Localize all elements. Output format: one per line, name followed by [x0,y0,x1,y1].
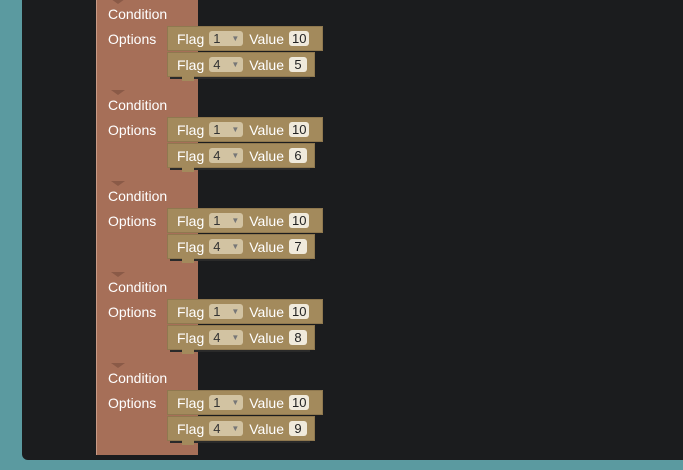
value-field[interactable]: 5 [289,57,308,72]
chevron-down-icon: ▼ [231,125,240,134]
block-notch [111,90,125,95]
flag-dropdown-value: 1 [213,213,221,228]
options-label: Options [108,213,157,229]
block-tab [182,167,194,172]
options-label: Options [108,122,157,138]
flag-dropdown[interactable]: 4 ▼ [209,421,244,436]
value-field[interactable]: 10 [289,304,310,319]
value-label: Value [249,147,285,164]
flag-dropdown[interactable]: 4 ▼ [209,330,244,345]
value-field[interactable]: 10 [289,31,310,46]
flag-label: Flag [177,329,205,346]
value-label: Value [249,121,285,138]
value-label: Value [249,238,285,255]
flag-dropdown[interactable]: 1 ▼ [209,31,244,46]
value-field[interactable]: 10 [289,213,310,228]
condition-label: Condition [108,6,168,22]
condition-label: Condition [108,279,168,295]
condition-label: Condition [108,370,168,386]
flag-block[interactable]: Flag 4 ▼ Value 7 [167,234,315,263]
chevron-down-icon: ▼ [231,60,240,69]
flag-dropdown[interactable]: 4 ▼ [209,239,244,254]
block-notch [111,363,125,368]
flag-dropdown[interactable]: 1 ▼ [209,213,244,228]
options-label: Options [108,304,157,320]
flag-dropdown-value: 1 [213,395,221,410]
flag-block[interactable]: Flag 1 ▼ Value 10 [167,299,323,324]
flag-block[interactable]: Flag 4 ▼ Value 8 [167,325,315,354]
value-label: Value [249,329,285,346]
flag-block[interactable]: Flag 4 ▼ Value 9 [167,416,315,445]
flag-label: Flag [177,30,205,47]
flag-block[interactable]: Flag 1 ▼ Value 10 [167,390,323,415]
flag-label: Flag [177,212,205,229]
flag-label: Flag [177,420,205,437]
options-label: Options [108,31,157,47]
value-label: Value [249,303,285,320]
flag-dropdown-value: 4 [213,239,221,254]
block-tab [182,258,194,263]
flag-block[interactable]: Flag 1 ▼ Value 10 [167,208,323,233]
flag-label: Flag [177,56,205,73]
chevron-down-icon: ▼ [231,398,240,407]
flag-dropdown-value: 1 [213,304,221,319]
flag-dropdown-value: 4 [213,148,221,163]
block-notch [111,181,125,186]
flag-label: Flag [177,303,205,320]
value-field[interactable]: 9 [289,421,308,436]
flag-label: Flag [177,238,205,255]
flag-dropdown[interactable]: 1 ▼ [209,395,244,410]
flag-dropdown-value: 1 [213,122,221,137]
flag-dropdown[interactable]: 1 ▼ [209,122,244,137]
flag-dropdown-value: 4 [213,57,221,72]
value-field[interactable]: 8 [289,330,308,345]
flag-label: Flag [177,147,205,164]
block-notch [111,272,125,277]
flag-block[interactable]: Flag 4 ▼ Value 6 [167,143,315,172]
chevron-down-icon: ▼ [231,307,240,316]
block-tab [182,76,194,81]
chevron-down-icon: ▼ [231,34,240,43]
flag-dropdown-value: 4 [213,421,221,436]
options-label: Options [108,395,157,411]
chevron-down-icon: ▼ [231,242,240,251]
value-field[interactable]: 10 [289,395,310,410]
flag-dropdown-value: 4 [213,330,221,345]
flag-dropdown[interactable]: 1 ▼ [209,304,244,319]
condition-label: Condition [108,188,168,204]
value-label: Value [249,56,285,73]
value-label: Value [249,420,285,437]
chevron-down-icon: ▼ [231,151,240,160]
flag-block[interactable]: Flag 1 ▼ Value 10 [167,26,323,51]
flag-block[interactable]: Flag 1 ▼ Value 10 [167,117,323,142]
block-tab [182,440,194,445]
flag-dropdown[interactable]: 4 ▼ [209,148,244,163]
chevron-down-icon: ▼ [231,333,240,342]
flag-label: Flag [177,394,205,411]
flag-dropdown-value: 1 [213,31,221,46]
value-field[interactable]: 10 [289,122,310,137]
value-label: Value [249,212,285,229]
block-tab [182,349,194,354]
flag-dropdown[interactable]: 4 ▼ [209,57,244,72]
condition-label: Condition [108,97,168,113]
block-notch [111,0,125,4]
flag-label: Flag [177,121,205,138]
chevron-down-icon: ▼ [231,216,240,225]
chevron-down-icon: ▼ [231,424,240,433]
value-field[interactable]: 6 [289,148,308,163]
value-label: Value [249,394,285,411]
value-label: Value [249,30,285,47]
value-field[interactable]: 7 [289,239,308,254]
flag-block[interactable]: Flag 4 ▼ Value 5 [167,52,315,81]
